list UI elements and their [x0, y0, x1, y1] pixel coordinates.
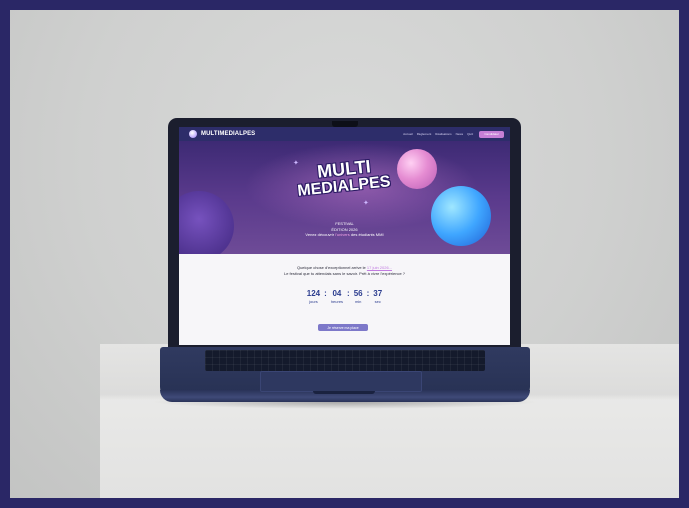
- logo-text[interactable]: MULTIMEDIALPES: [201, 131, 255, 137]
- countdown-seconds: 37 sec: [373, 289, 382, 304]
- nav-link-news[interactable]: News: [456, 132, 464, 136]
- countdown-minutes-label: min: [354, 299, 362, 304]
- countdown-days: 124 jours: [307, 289, 320, 304]
- countdown-minutes-value: 56: [353, 289, 363, 298]
- nav-links: Accueil Règlement Réalisations News Quiz…: [399, 130, 504, 138]
- event-date-link[interactable]: 17 juin 2026...: [367, 265, 392, 270]
- laptop-front-notch: [313, 391, 375, 394]
- laptop-lid: MULTIMEDIALPES Accueil Règlement Réalisa…: [168, 118, 521, 350]
- countdown-separator: :: [324, 289, 327, 298]
- logo-icon[interactable]: [189, 130, 197, 138]
- hero-subtitle: FESTIVAL ÉDITION 2026 Venez découvrir l'…: [179, 221, 510, 238]
- intro-text: Quelque chose d'exceptionnel arrive le 1…: [179, 265, 510, 276]
- laptop-keyboard: [205, 350, 485, 371]
- laptop-trackpad: [260, 371, 422, 392]
- countdown-timer: 124 jours : 04 heures : 56 min : 37 sec: [179, 289, 510, 304]
- tagline-accent: l'univers: [335, 232, 350, 237]
- pink-orb-decoration: [397, 149, 437, 189]
- countdown-days-value: 124: [306, 289, 321, 298]
- intro-prefix: Quelque chose d'exceptionnel arrive le: [296, 265, 367, 270]
- sparkle-icon: ✦: [363, 200, 369, 207]
- intro-line2: Le festival que tu attendais sans le sav…: [283, 270, 406, 276]
- nav-link-reglement[interactable]: Règlement: [417, 132, 432, 136]
- nav-link-realisations[interactable]: Réalisations: [435, 132, 451, 136]
- hero-logo-title: MULTI MEDIALPES: [289, 156, 399, 200]
- pedestal-front: [100, 394, 679, 498]
- laptop-screen: MULTIMEDIALPES Accueil Règlement Réalisa…: [179, 127, 510, 345]
- candidater-button[interactable]: Candidater: [479, 130, 504, 138]
- site-navbar: MULTIMEDIALPES Accueil Règlement Réalisa…: [179, 127, 510, 141]
- countdown-separator: :: [366, 289, 370, 298]
- countdown-minutes: 56 min: [354, 289, 363, 304]
- countdown-seconds-label: sec: [374, 299, 381, 304]
- nav-link-quiz[interactable]: Quiz: [467, 132, 473, 136]
- tagline-suffix: des étudiants MMI: [349, 232, 384, 237]
- hero-banner: ✦ ✦ MULTI MEDIALPES FESTIVAL ÉDITION 202…: [179, 141, 510, 254]
- nav-link-accueil[interactable]: Accueil: [403, 132, 413, 136]
- countdown-section: Quelque chose d'exceptionnel arrive le 1…: [179, 254, 510, 345]
- countdown-hours: 04 heures: [331, 289, 343, 304]
- hero-tagline: Venez découvrir l'univers des étudiants …: [179, 232, 510, 238]
- countdown-seconds-value: 37: [373, 289, 383, 298]
- countdown-days-label: jours: [309, 299, 318, 304]
- countdown-hours-value: 04: [332, 289, 342, 298]
- countdown-separator: :: [347, 289, 350, 298]
- tagline-prefix: Venez découvrir: [305, 232, 336, 237]
- countdown-hours-label: heures: [330, 299, 344, 304]
- reserve-button[interactable]: Je réserve ma place: [318, 324, 368, 331]
